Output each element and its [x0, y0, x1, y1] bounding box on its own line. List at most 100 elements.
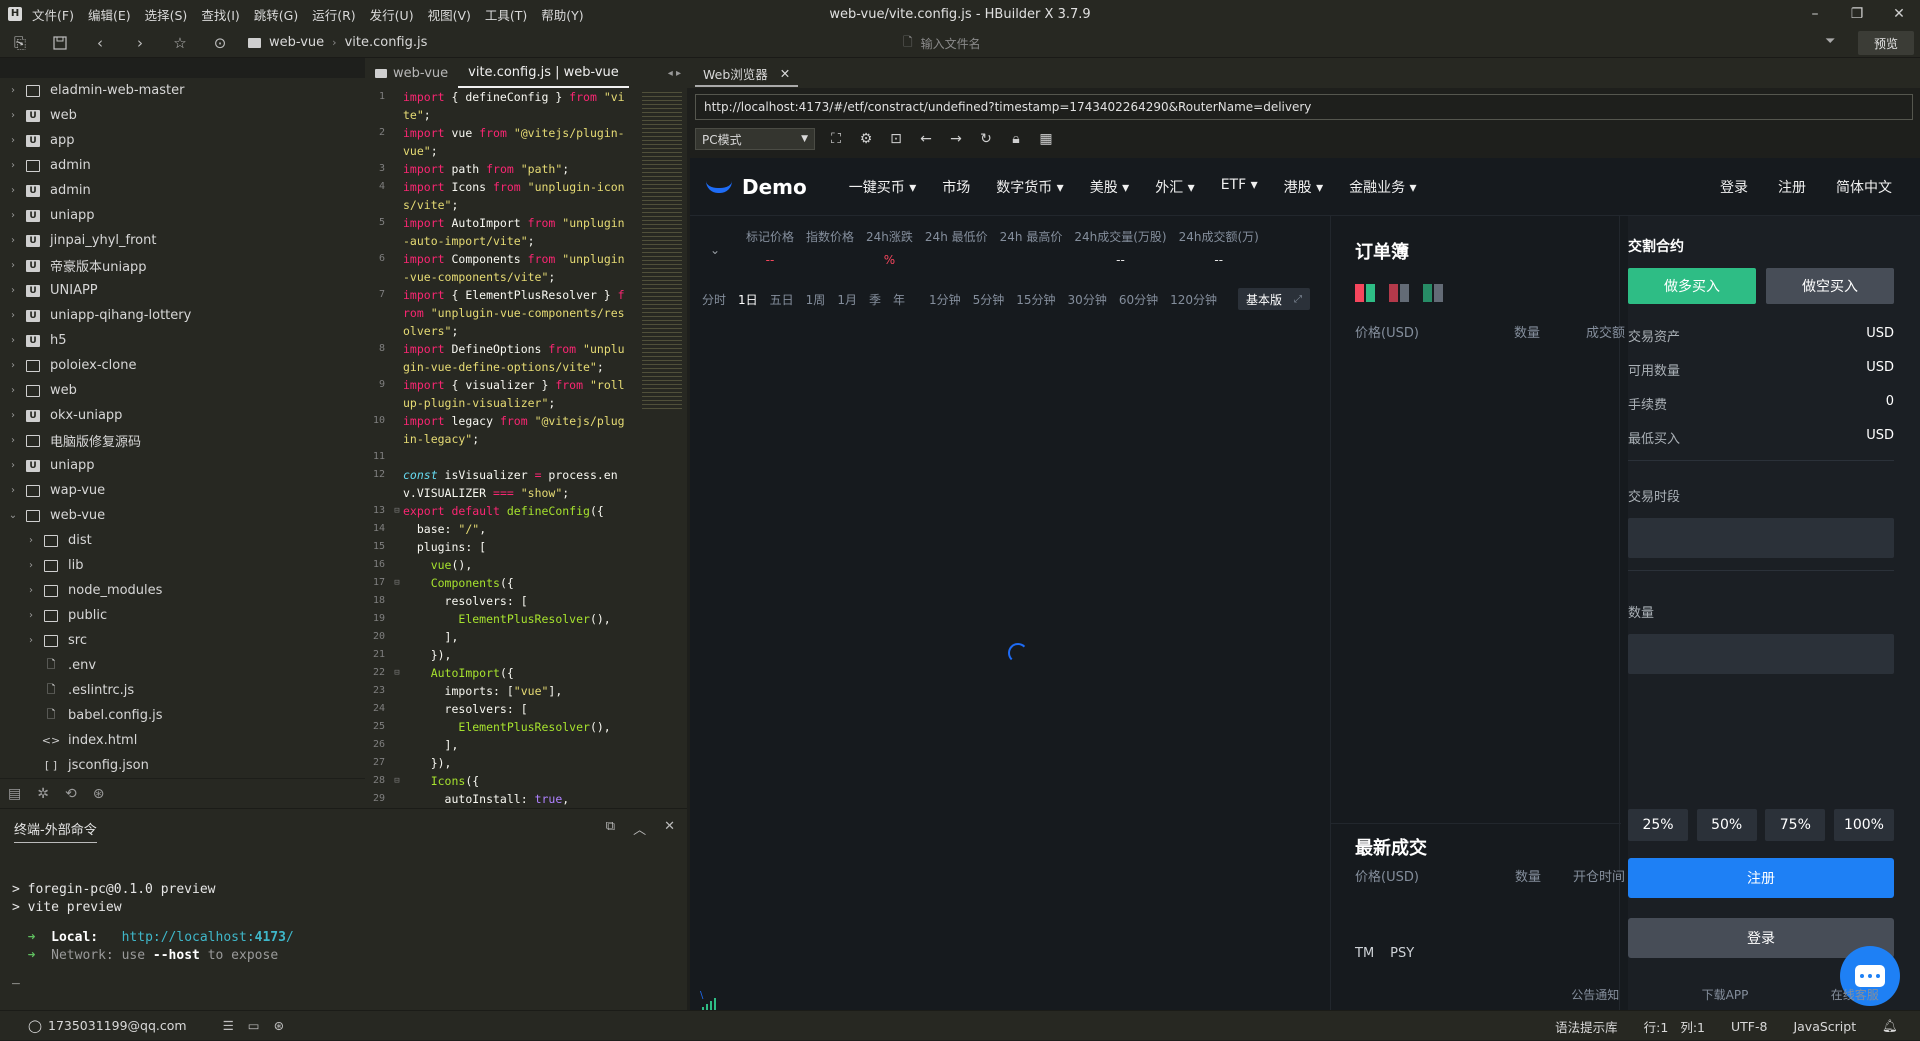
tree-item[interactable]: › node_modules: [0, 578, 365, 603]
minimize-button[interactable]: –: [1794, 0, 1836, 28]
online-service-link[interactable]: 在线客服: [1831, 986, 1879, 1003]
status-user[interactable]: ◯ 1735031199@qq.com: [28, 1018, 187, 1033]
timeframe-option[interactable]: 五日: [770, 291, 794, 308]
language-mode[interactable]: JavaScript: [1793, 1019, 1856, 1034]
buy-short-button[interactable]: 做空买入: [1766, 268, 1894, 304]
tree-item[interactable]: › Uuniapp: [0, 203, 365, 228]
tree-item[interactable]: › 电脑版修复源码: [0, 428, 365, 453]
devtools-icon[interactable]: ⚙: [857, 131, 875, 147]
back-icon[interactable]: ‹: [80, 28, 120, 58]
list-icon[interactable]: ☰: [223, 1018, 234, 1033]
tree-item[interactable]: 🗋 .eslintrc.js: [0, 678, 365, 703]
layout-both-icon[interactable]: [1355, 284, 1375, 302]
tree-item[interactable]: › Uuniapp-qihang-lottery: [0, 303, 365, 328]
timeframe-option[interactable]: 1周: [806, 291, 826, 308]
site-nav-item[interactable]: 数字货币 ▾: [996, 177, 1063, 197]
indicator-psy[interactable]: PSY: [1390, 946, 1414, 961]
menu-item[interactable]: 运行(R): [312, 5, 355, 24]
forward-icon[interactable]: ›: [120, 28, 160, 58]
tree-item[interactable]: › dist: [0, 528, 365, 553]
tree-item[interactable]: › U 帝豪版本uniapp: [0, 253, 365, 278]
tree-item[interactable]: ⌄ web-vue: [0, 503, 365, 528]
percent-100-button[interactable]: 100%: [1833, 809, 1894, 841]
project-manager-icon[interactable]: ▤: [8, 786, 21, 802]
close-button[interactable]: ✕: [1878, 0, 1920, 28]
site-logo[interactable]: Demo: [706, 175, 807, 199]
tree-item[interactable]: › Uweb: [0, 103, 365, 128]
layout-buy-icon[interactable]: [1423, 284, 1443, 302]
basic-version-button[interactable]: 基本版 ⤢: [1238, 288, 1310, 310]
tree-item[interactable]: › U UNIAPP: [0, 278, 365, 303]
preview-button[interactable]: 预览: [1858, 31, 1914, 55]
tree-item[interactable]: › Ujinpai_yhyl_front: [0, 228, 365, 253]
close-tab-icon[interactable]: ✕: [780, 66, 790, 81]
menu-item[interactable]: 发行(U): [370, 5, 414, 24]
refresh-icon[interactable]: ↻: [977, 131, 995, 147]
timeframe-option[interactable]: 15分钟: [1016, 291, 1055, 308]
network-icon[interactable]: ⊛: [274, 1018, 284, 1033]
plugin-icon[interactable]: ⊛: [93, 786, 105, 802]
timeframe-option[interactable]: 1日: [738, 291, 758, 308]
breadcrumb-project[interactable]: web-vue: [269, 35, 324, 50]
timeframe-option[interactable]: 1分钟: [929, 291, 961, 308]
tree-item[interactable]: [ ] jsconfig.json: [0, 753, 365, 778]
announcement-link[interactable]: 公告通知: [1571, 986, 1619, 1003]
timeframe-option[interactable]: 5分钟: [973, 291, 1005, 308]
run-icon[interactable]: ⊙: [200, 28, 240, 58]
editor-minimap[interactable]: [642, 92, 682, 412]
save-icon[interactable]: [40, 28, 80, 58]
menu-item[interactable]: 跳转(G): [254, 5, 298, 24]
timeframe-option[interactable]: 分时: [702, 291, 726, 308]
open-external-icon[interactable]: ⧉: [606, 819, 615, 838]
menu-item[interactable]: 选择(S): [145, 5, 188, 24]
language-select[interactable]: 简体中文: [1836, 177, 1892, 197]
site-nav-item[interactable]: 港股 ▾: [1284, 177, 1323, 197]
site-nav-item[interactable]: ETF ▾: [1221, 177, 1258, 197]
debug-icon[interactable]: ✲: [37, 786, 49, 802]
tree-item[interactable]: › admin: [0, 153, 365, 178]
tree-item[interactable]: › wap-vue: [0, 478, 365, 503]
percent-50-button[interactable]: 50%: [1696, 809, 1757, 841]
url-input[interactable]: http://localhost:4173/#/etf/constract/un…: [695, 94, 1913, 120]
back-arrow-icon[interactable]: ←: [917, 131, 935, 147]
fold-toggle-icon[interactable]: ⊟: [391, 574, 403, 592]
site-nav-item[interactable]: 一键买币 ▾: [849, 177, 916, 197]
period-select[interactable]: [1628, 518, 1894, 558]
terminal-tab[interactable]: 终端-外部命令: [14, 819, 97, 843]
console-icon[interactable]: ⊡: [887, 131, 905, 147]
timeframe-option[interactable]: 年: [893, 291, 905, 308]
qrcode-icon[interactable]: ▦: [1037, 131, 1055, 147]
site-nav-item[interactable]: 市场: [942, 177, 970, 197]
breadcrumb-file[interactable]: vite.config.js: [345, 35, 428, 50]
menu-item[interactable]: 工具(T): [485, 5, 527, 24]
git-icon[interactable]: ⟲: [65, 786, 77, 802]
chevron-down-icon[interactable]: ⌄: [690, 216, 740, 284]
star-icon[interactable]: ☆: [160, 28, 200, 58]
fold-toggle-icon[interactable]: ⊟: [391, 664, 403, 682]
restore-button[interactable]: ❐: [1836, 0, 1878, 28]
browser-tab[interactable]: Web浏览器 ✕: [695, 61, 799, 87]
layout-sell-icon[interactable]: [1389, 284, 1409, 302]
code-editor[interactable]: 1 import { defineConfig } from "vite"; 2 im…: [365, 88, 687, 808]
tree-item[interactable]: 🗋 babel.config.js: [0, 703, 365, 728]
screenshot-icon[interactable]: ⛶: [827, 131, 845, 147]
encoding[interactable]: UTF-8: [1731, 1019, 1767, 1034]
timeframe-option[interactable]: 120分钟: [1170, 291, 1217, 308]
menu-item[interactable]: 帮助(Y): [541, 5, 583, 24]
timeframe-option[interactable]: 季: [869, 291, 881, 308]
forward-arrow-icon[interactable]: →: [947, 131, 965, 147]
timeframe-option[interactable]: 30分钟: [1068, 291, 1107, 308]
local-url[interactable]: http://localhost:4173/: [122, 930, 294, 945]
tab-scroll-arrows[interactable]: ◂ ▸: [668, 68, 681, 79]
editor-tab[interactable]: vite.config.js | web-vue: [458, 58, 629, 88]
tree-item[interactable]: › poloiex-clone: [0, 353, 365, 378]
tree-item[interactable]: <> index.html: [0, 728, 365, 753]
percent-75-button[interactable]: 75%: [1765, 809, 1826, 841]
tree-item[interactable]: › Uokx-uniapp: [0, 403, 365, 428]
header-login-link[interactable]: 登录: [1720, 177, 1748, 197]
tree-item[interactable]: › eladmin-web-master: [0, 78, 365, 103]
filter-icon[interactable]: ⏷: [1825, 34, 1835, 49]
device-mode-select[interactable]: PC模式 ▼: [695, 128, 815, 150]
fold-toggle-icon[interactable]: ⊟: [391, 772, 403, 790]
tree-item[interactable]: › lib: [0, 553, 365, 578]
